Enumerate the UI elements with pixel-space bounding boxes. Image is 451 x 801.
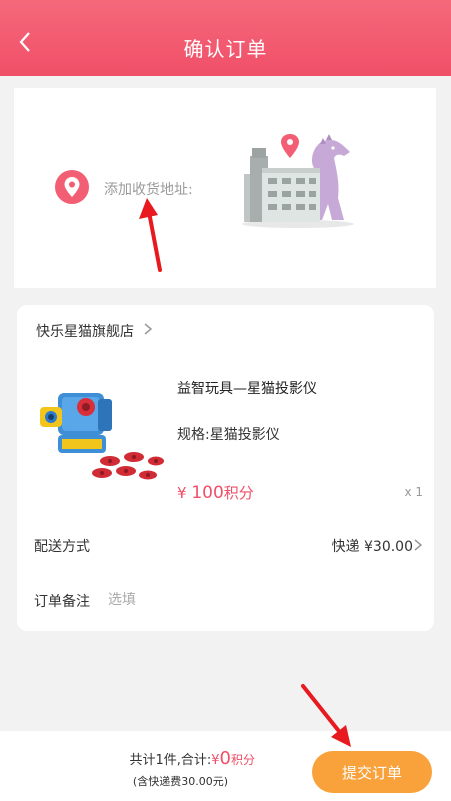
building-illustration bbox=[242, 134, 354, 228]
submit-order-button[interactable]: 提交订单 bbox=[312, 751, 432, 793]
total-amount: 0 bbox=[219, 748, 231, 769]
header-bar: 确认订单 bbox=[0, 0, 451, 76]
price-value: 100 bbox=[191, 483, 224, 503]
total-unit: 积分 bbox=[230, 753, 255, 767]
shop-name[interactable]: 快乐星猫旗舰店 bbox=[36, 321, 134, 341]
location-pin-icon[interactable] bbox=[55, 170, 89, 204]
shipping-fee-note: (含快递费30.00元) bbox=[132, 775, 228, 788]
product-price: ¥ 100积分 bbox=[177, 482, 254, 503]
product-image[interactable] bbox=[38, 385, 164, 485]
chevron-right-icon[interactable] bbox=[143, 322, 153, 336]
total-prefix: 共计1件,合计: bbox=[129, 753, 212, 768]
order-note-input[interactable] bbox=[108, 590, 408, 610]
chevron-right-icon[interactable] bbox=[413, 538, 423, 552]
order-total: 共计1件,合计:¥0积分 bbox=[129, 748, 255, 769]
page-title: 确认订单 bbox=[183, 37, 268, 61]
order-note-label: 订单备注 bbox=[34, 594, 90, 610]
price-unit: 积分 bbox=[223, 484, 254, 502]
shipping-label: 配送方式 bbox=[34, 539, 90, 555]
price-currency: ¥ bbox=[177, 484, 187, 502]
product-quantity: x 1 bbox=[404, 485, 423, 499]
product-name[interactable]: 益智玩具—星猫投影仪 bbox=[177, 378, 317, 398]
add-address-label[interactable]: 添加收货地址: bbox=[104, 179, 193, 199]
product-spec: 规格:星猫投影仪 bbox=[177, 427, 280, 443]
shipping-value[interactable]: 快递 ¥30.00 bbox=[332, 536, 413, 556]
total-currency: ¥ bbox=[211, 753, 220, 768]
